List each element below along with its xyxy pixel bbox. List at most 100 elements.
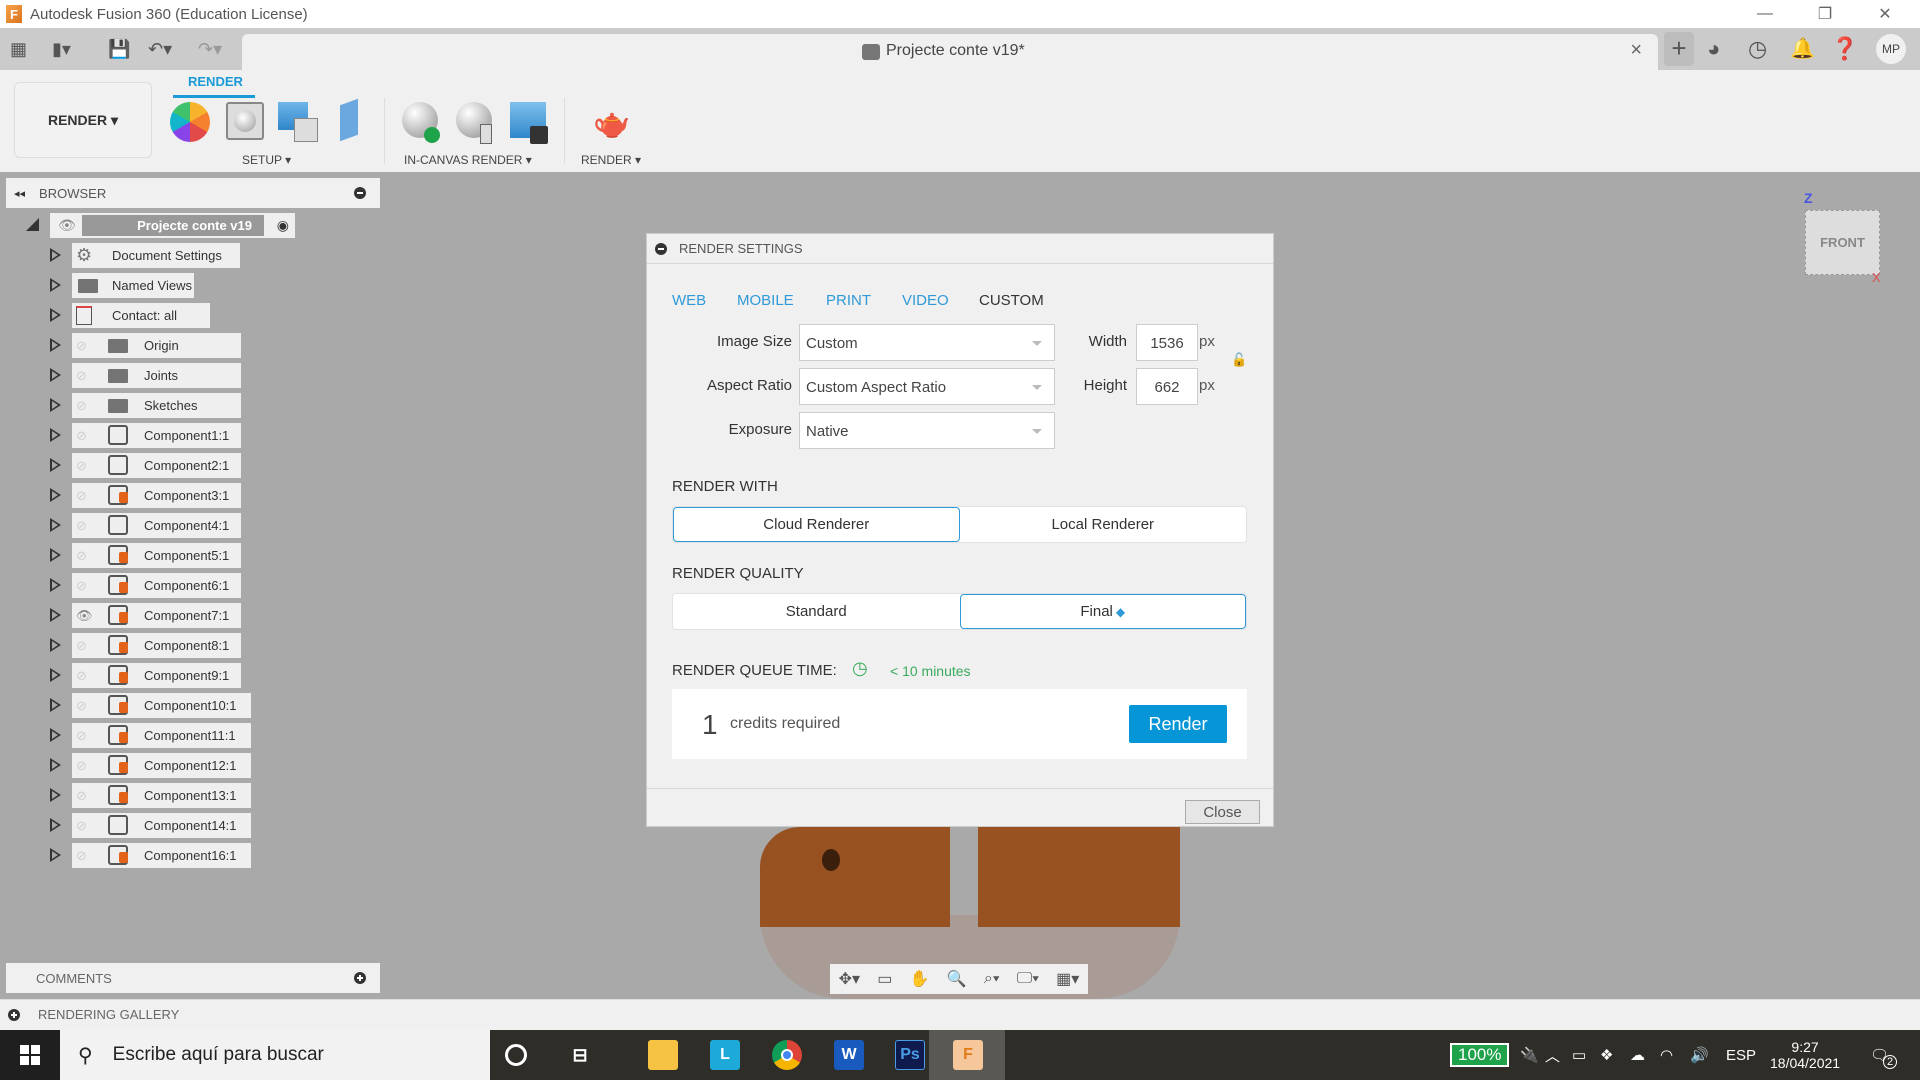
cortana-icon[interactable] [505, 1044, 527, 1066]
unlock-icon[interactable]: 🔓 [1231, 352, 1247, 368]
orbit-icon[interactable]: ✥▾ [839, 969, 860, 989]
display-settings-icon[interactable]: 🖵▾ [1017, 970, 1039, 988]
photoshop-icon[interactable]: Ps [895, 1040, 925, 1070]
browser-item[interactable]: ⊘ Component4:1 [72, 513, 241, 538]
file-explorer-icon[interactable] [648, 1040, 678, 1070]
preset-tab-custom[interactable]: CUSTOM [979, 292, 1044, 309]
view-cube[interactable]: FRONT [1805, 210, 1880, 275]
restore-button[interactable]: ❐ [1795, 0, 1855, 28]
help-icon[interactable]: ❓ [1831, 36, 1858, 62]
wifi-icon[interactable]: ◠ [1660, 1030, 1673, 1080]
expand-node-icon[interactable] [50, 608, 61, 622]
expand-node-icon[interactable] [50, 638, 61, 652]
zoom-icon[interactable]: 🔍 [947, 969, 967, 989]
cloud-renderer-option[interactable]: Cloud Renderer [673, 507, 960, 542]
expand-node-icon[interactable] [50, 728, 61, 742]
expand-node-icon[interactable] [50, 518, 61, 532]
browser-item[interactable]: ⊘ Component12:1 [72, 753, 251, 778]
grid-settings-icon[interactable]: ▦▾ [1056, 969, 1079, 989]
dialog-header[interactable]: RENDER SETTINGS [647, 234, 1273, 264]
eye-hidden-icon[interactable]: ⊘ [76, 728, 96, 743]
preset-tab-web[interactable]: WEB [672, 292, 706, 309]
pan-icon[interactable]: ✋ [910, 969, 930, 989]
comments-panel[interactable]: COMMENTS [6, 963, 380, 993]
close-button[interactable]: Close [1185, 800, 1260, 824]
group-label-setup[interactable]: SETUP ▾ [242, 153, 291, 167]
chrome-icon[interactable] [772, 1040, 802, 1070]
eye-hidden-icon[interactable]: ⊘ [76, 638, 96, 653]
expand-node-icon[interactable] [50, 788, 61, 802]
eye-hidden-icon[interactable]: ⊘ [76, 788, 96, 803]
notifications-icon[interactable]: 🔔 [1790, 36, 1815, 62]
save-icon[interactable]: 💾 [108, 36, 130, 62]
browser-item[interactable]: ⊘ Origin [72, 333, 241, 358]
browser-item[interactable]: Contact: all [72, 303, 210, 328]
browser-item[interactable]: ⊘ Sketches [72, 393, 241, 418]
task-view-icon[interactable]: ⊟ [565, 1040, 595, 1070]
browser-item[interactable]: ⚙ Document Settings [72, 243, 240, 268]
scene-settings-icon[interactable] [226, 102, 264, 140]
taskbar-search[interactable]: ⚲ Escribe aquí para buscar [60, 1030, 490, 1080]
expand-node-icon[interactable] [50, 698, 61, 712]
decal-icon[interactable] [340, 98, 358, 142]
onedrive-icon[interactable]: ☁ [1630, 1030, 1645, 1080]
battery-icon[interactable]: ▭ [1572, 1030, 1586, 1080]
eye-hidden-icon[interactable]: ⊘ [76, 338, 96, 353]
preset-tab-mobile[interactable]: MOBILE [737, 292, 794, 309]
preset-tab-print[interactable]: PRINT [826, 292, 871, 309]
local-renderer-option[interactable]: Local Renderer [960, 507, 1247, 542]
power-icon[interactable]: 🔌 [1520, 1030, 1539, 1080]
file-icon[interactable]: ▮▾ [52, 36, 71, 62]
eye-icon[interactable]: 👁 [76, 608, 96, 623]
activate-icon[interactable]: ◉ [277, 217, 289, 234]
close-tab-icon[interactable]: × [1630, 39, 1642, 62]
clock[interactable]: 9:27 18/04/2021 [1770, 1030, 1840, 1080]
eye-hidden-icon[interactable]: ⊘ [76, 458, 96, 473]
battery-percentage[interactable]: 100% [1450, 1043, 1510, 1067]
eye-hidden-icon[interactable]: ⊘ [76, 578, 96, 593]
minimize-button[interactable]: — [1735, 0, 1795, 28]
expand-node-icon[interactable] [50, 488, 61, 502]
browser-item[interactable]: 👁 Component7:1 [72, 603, 241, 628]
viewcube-front-face[interactable]: FRONT [1820, 235, 1865, 250]
browser-item[interactable]: ⊘ Component3:1 [72, 483, 241, 508]
browser-item[interactable]: ⊘ Component10:1 [72, 693, 251, 718]
eye-hidden-icon[interactable]: ⊘ [76, 548, 96, 563]
eye-hidden-icon[interactable]: ⊘ [76, 488, 96, 503]
eye-hidden-icon[interactable]: ⊘ [76, 848, 96, 863]
expand-gallery-icon[interactable] [8, 1008, 20, 1021]
expand-node-icon[interactable] [50, 758, 61, 772]
eye-hidden-icon[interactable]: ⊘ [76, 818, 96, 833]
expand-node-icon[interactable] [50, 548, 61, 562]
eye-hidden-icon[interactable]: ⊘ [76, 428, 96, 443]
app-l-icon[interactable]: L [710, 1040, 740, 1070]
browser-panel-header[interactable]: ◂◂ BROWSER [6, 178, 380, 208]
eye-hidden-icon[interactable]: ⊘ [76, 698, 96, 713]
look-at-icon[interactable]: ▭ [877, 969, 892, 989]
browser-item[interactable]: ⊘ Component16:1 [72, 843, 251, 868]
add-tab-icon[interactable]: + [1664, 32, 1694, 66]
close-window-button[interactable]: ✕ [1855, 0, 1915, 28]
fit-icon[interactable]: ⌕▾ [984, 970, 1000, 988]
expand-node-icon[interactable] [50, 578, 61, 592]
render-button[interactable]: Render [1129, 705, 1227, 743]
final-quality-option[interactable]: Final ◆ [959, 594, 1246, 629]
browser-item[interactable]: ⊘ Component14:1 [72, 813, 251, 838]
show-hidden-icons[interactable]: ︿ [1545, 1030, 1560, 1080]
exposure-select[interactable]: Native [799, 412, 1055, 449]
browser-item[interactable]: ⊘ Component8:1 [72, 633, 241, 658]
browser-item[interactable]: ⊘ Component9:1 [72, 663, 241, 688]
eye-hidden-icon[interactable]: ⊘ [76, 398, 96, 413]
appearance-icon[interactable] [170, 102, 210, 142]
browser-item[interactable]: ⊘ Component13:1 [72, 783, 251, 808]
browser-item[interactable]: ⊘ Joints [72, 363, 241, 388]
add-comment-icon[interactable] [354, 972, 366, 984]
start-button[interactable] [0, 1030, 60, 1080]
avatar[interactable]: MP [1876, 34, 1906, 64]
browser-item[interactable]: ⊘ Component5:1 [72, 543, 241, 568]
eye-icon[interactable]: 👁 [58, 217, 76, 234]
fusion-360-taskbar-icon[interactable]: F [953, 1040, 983, 1070]
eye-hidden-icon[interactable]: ⊘ [76, 758, 96, 773]
browser-item[interactable]: Named Views [72, 273, 194, 298]
expand-node-icon[interactable] [50, 668, 61, 682]
